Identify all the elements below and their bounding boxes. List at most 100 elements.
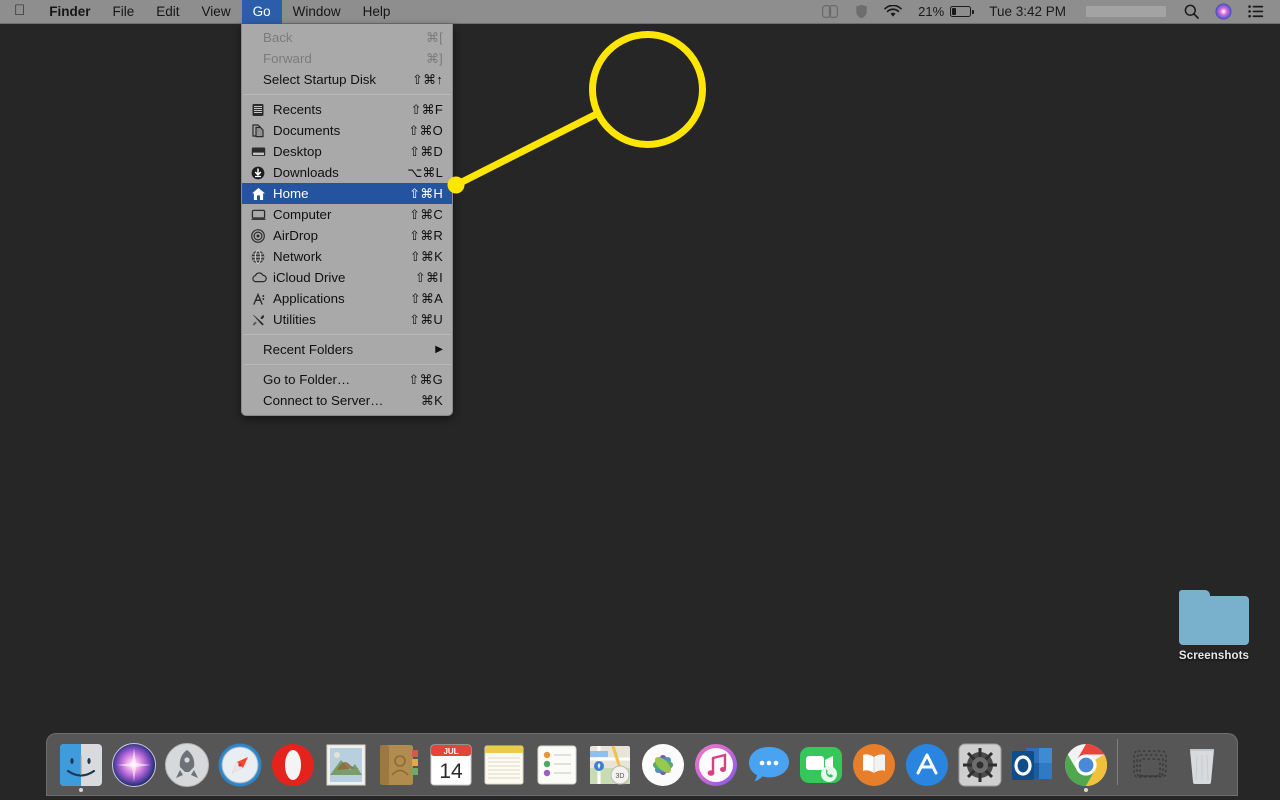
computer-icon (251, 207, 268, 222)
menu-item-select-startup-disk[interactable]: Select Startup Disk ⇧⌘↑ (242, 69, 452, 90)
dock-item-itunes[interactable] (689, 732, 742, 793)
menu-item-recents[interactable]: Recents ⇧⌘F (242, 99, 452, 120)
apple-logo-icon[interactable]:  (0, 0, 38, 24)
network-icon (251, 249, 268, 264)
battery-status[interactable]: 21% (910, 0, 979, 24)
menu-item-label: Network (273, 249, 322, 264)
menu-item-shortcut: ⇧⌘K (409, 248, 443, 264)
creative-cloud-icon[interactable] (814, 0, 847, 24)
redacted-status-item (1076, 0, 1176, 24)
dock-item-trash[interactable] (1176, 732, 1229, 793)
desktop-background (0, 0, 1280, 800)
menu-item-shortcut: ⇧⌘I (414, 269, 443, 285)
menu-item-label: Applications (273, 291, 345, 306)
menu-item-label: Connect to Server… (263, 393, 384, 408)
siri-icon[interactable] (1207, 0, 1240, 24)
applications-icon (251, 291, 268, 306)
menu-edit[interactable]: Edit (145, 0, 190, 24)
dock-item-system-preferences[interactable] (954, 732, 1007, 793)
wifi-icon[interactable] (876, 0, 910, 24)
shield-icon[interactable] (847, 0, 876, 24)
menu-item-shortcut: ⇧⌘C (409, 206, 443, 222)
dock-item-safari[interactable] (214, 732, 267, 793)
menu-window[interactable]: Window (282, 0, 352, 24)
downloads-icon (251, 165, 268, 180)
folder-icon (1179, 590, 1249, 645)
menu-item-label: Select Startup Disk (263, 72, 377, 87)
menu-item-icloud-drive[interactable]: iCloud Drive ⇧⌘I (242, 267, 452, 288)
menu-item-shortcut: ⇧⌘R (409, 227, 443, 243)
home-icon (251, 186, 268, 201)
menu-item-shortcut: ⌘[ (425, 29, 443, 45)
menu-view[interactable]: View (191, 0, 242, 24)
recents-icon (251, 102, 268, 117)
menu-item-go-to-folder[interactable]: Go to Folder… ⇧⌘G (242, 369, 452, 390)
desktop-folder-screenshots[interactable]: Screenshots (1160, 590, 1268, 662)
dock-item-downloads-stack[interactable] (1123, 732, 1176, 793)
menu-item-shortcut: ⇧⌘A (409, 290, 443, 306)
menu-separator (243, 334, 451, 335)
menu-item-computer[interactable]: Computer ⇧⌘C (242, 204, 452, 225)
desktop-folder-label: Screenshots (1178, 650, 1250, 662)
menu-item-documents[interactable]: Documents ⇧⌘O (242, 120, 452, 141)
menu-bar:  Finder File Edit View Go Window Help (0, 0, 1280, 24)
running-indicator-dot (79, 788, 84, 792)
menu-file[interactable]: File (102, 0, 146, 24)
dock-item-contacts[interactable] (372, 732, 425, 793)
dock-item-photos[interactable] (636, 732, 689, 793)
menu-go[interactable]: Go (241, 0, 282, 24)
dock-item-launchpad[interactable] (161, 732, 214, 793)
menu-item-forward[interactable]: Forward ⌘] (242, 48, 452, 69)
go-menu-dropdown: Back ⌘[ Forward ⌘] Select Startup Disk ⇧… (241, 24, 453, 416)
menu-item-shortcut: ⇧⌘O (408, 122, 443, 138)
menu-item-label: AirDrop (273, 228, 319, 243)
menu-bar-status-items: 21% Tue 3:42 PM (814, 0, 1280, 24)
menu-item-label: Home (273, 186, 309, 201)
dock-item-chrome[interactable] (1059, 732, 1112, 793)
documents-icon (251, 123, 268, 138)
dock-item-reminders[interactable] (531, 732, 584, 793)
menu-item-shortcut: ⇧⌘↑ (412, 71, 443, 87)
menu-item-shortcut: ⇧⌘U (409, 311, 443, 327)
menu-item-connect-to-server[interactable]: Connect to Server… ⌘K (242, 390, 452, 411)
menu-item-desktop[interactable]: Desktop ⇧⌘D (242, 141, 452, 162)
menu-item-home[interactable]: Home ⇧⌘H (242, 183, 452, 204)
dock-item-maps[interactable]: 3D (584, 732, 637, 793)
dock: JUL 14 3D (46, 733, 1238, 796)
dock-item-mail[interactable] (319, 732, 372, 793)
menu-item-label: Forward (263, 51, 312, 66)
dock-item-ibooks[interactable] (848, 732, 901, 793)
menu-item-label: Desktop (273, 144, 322, 159)
dock-item-calendar[interactable]: JUL 14 (425, 732, 478, 793)
dock-item-opera[interactable] (266, 732, 319, 793)
dock-item-facetime[interactable] (795, 732, 848, 793)
menu-separator (243, 364, 451, 365)
dock-item-finder[interactable] (55, 732, 108, 793)
dock-item-outlook[interactable] (1006, 732, 1059, 793)
desktop-icon (251, 144, 268, 159)
menu-item-airdrop[interactable]: AirDrop ⇧⌘R (242, 225, 452, 246)
menu-item-recent-folders[interactable]: Recent Folders ▶ (242, 339, 452, 360)
dock-item-app-store[interactable] (901, 732, 954, 793)
spotlight-search-icon[interactable] (1176, 0, 1207, 24)
svg-text:3D: 3D (616, 773, 625, 780)
menu-item-network[interactable]: Network ⇧⌘K (242, 246, 452, 267)
chevron-right-icon: ▶ (435, 344, 443, 355)
menu-item-applications[interactable]: Applications ⇧⌘A (242, 288, 452, 309)
menu-item-shortcut: ⌘] (425, 50, 443, 66)
menu-item-back[interactable]: Back ⌘[ (242, 27, 452, 48)
menu-item-label: Documents (273, 123, 341, 138)
svg-text:JUL: JUL (444, 747, 459, 756)
battery-icon (950, 6, 974, 17)
menu-bar-clock[interactable]: Tue 3:42 PM (979, 0, 1076, 24)
dock-item-notes[interactable] (478, 732, 531, 793)
menu-help[interactable]: Help (352, 0, 402, 24)
dock-item-siri[interactable] (108, 732, 161, 793)
dock-item-messages[interactable] (742, 732, 795, 793)
menu-item-utilities[interactable]: Utilities ⇧⌘U (242, 309, 452, 330)
menu-item-downloads[interactable]: Downloads ⌥⌘L (242, 162, 452, 183)
menu-finder[interactable]: Finder (38, 0, 101, 24)
icloud-icon (251, 270, 268, 285)
battery-percent-label: 21% (918, 4, 945, 19)
notification-center-icon[interactable] (1240, 0, 1272, 24)
